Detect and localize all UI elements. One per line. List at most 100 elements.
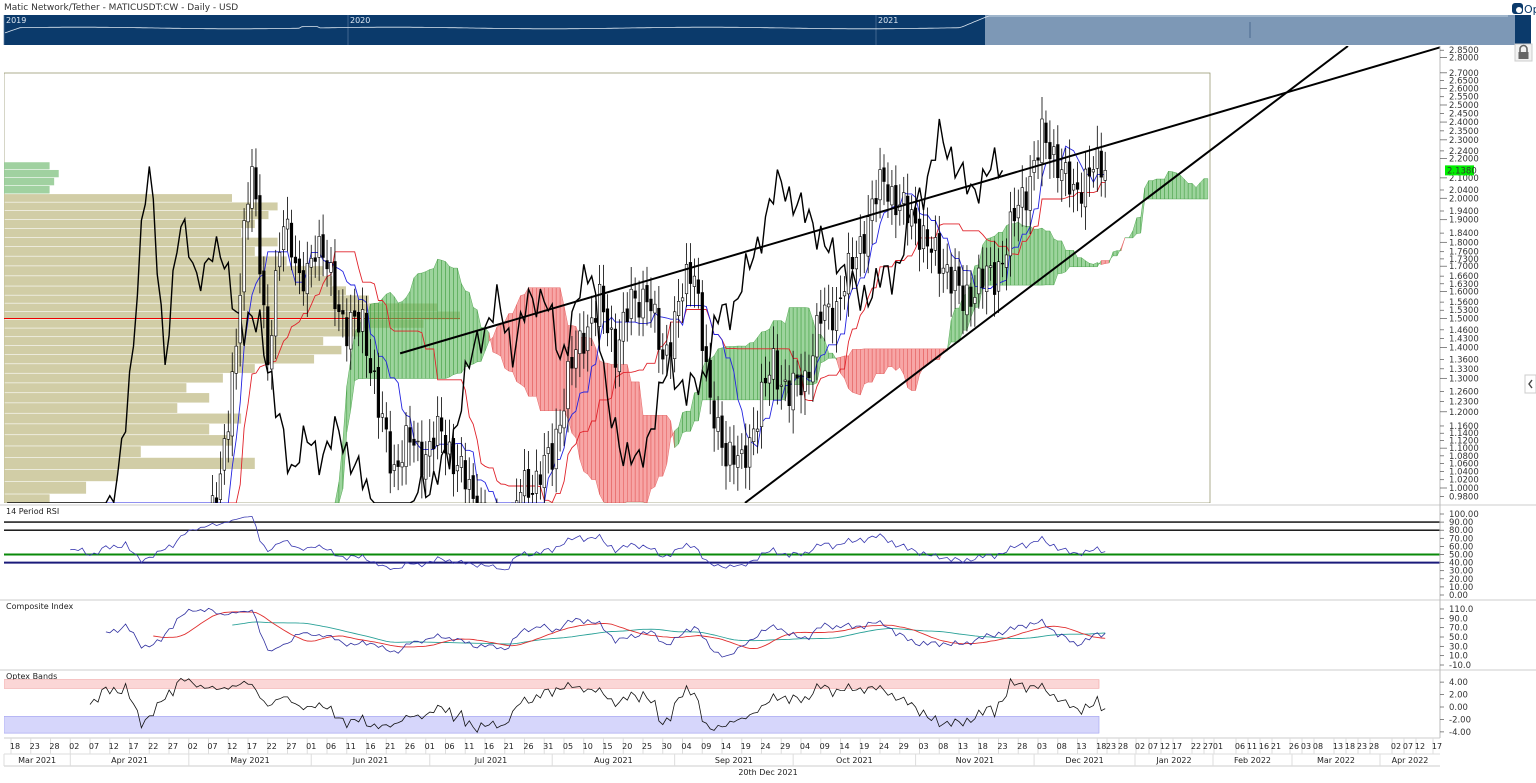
day-label[interactable]: 23 [1357, 742, 1367, 751]
day-label[interactable]: 17 [1432, 742, 1442, 751]
chart-canvas[interactable]: Matic Network/Tether - MATICUSDT:CW - Da… [0, 0, 1536, 783]
day-label[interactable]: 24 [879, 742, 889, 751]
month-label[interactable]: Nov 2021 [956, 756, 995, 765]
day-label[interactable]: 27 [168, 742, 178, 751]
day-label[interactable]: 04 [800, 742, 810, 751]
day-label[interactable]: 02 [1391, 742, 1401, 751]
day-label[interactable]: 29 [780, 742, 790, 751]
day-label[interactable]: 13 [958, 742, 968, 751]
day-label[interactable]: 08 [1313, 742, 1323, 751]
day-label[interactable]: 28 [49, 742, 59, 751]
day-label[interactable]: 17 [247, 742, 257, 751]
time-axis[interactable]: Mar 202118 23 28Apr 202102 07 12 17 22 27May 20… [3, 737, 1442, 767]
day-label[interactable]: 19 [859, 742, 869, 751]
day-label[interactable]: 18 [1345, 742, 1355, 751]
month-label[interactable]: Mar 2022 [1317, 756, 1355, 765]
day-label[interactable]: 12 [1160, 742, 1170, 751]
day-label[interactable]: 20 [622, 742, 632, 751]
time-navigator[interactable]: 2019 2020 2021 [3, 15, 1531, 45]
day-label[interactable]: 08 [938, 742, 948, 751]
day-label[interactable]: 31 [543, 742, 553, 751]
day-label[interactable]: 01 [425, 742, 435, 751]
day-label[interactable]: 06 [1235, 742, 1245, 751]
day-label[interactable]: 13 [1076, 742, 1086, 751]
month-label[interactable]: Apr 2021 [111, 756, 148, 765]
month-label[interactable]: Dec 2021 [1065, 756, 1103, 765]
month-label[interactable]: Aug 2021 [594, 756, 633, 765]
day-label[interactable]: 18 [1096, 742, 1106, 751]
day-label[interactable]: 01 [306, 742, 316, 751]
day-label[interactable]: 02 [188, 742, 198, 751]
day-label[interactable]: 06 [444, 742, 454, 751]
day-label[interactable]: 29 [899, 742, 909, 751]
day-label[interactable]: 18 [978, 742, 988, 751]
day-label[interactable]: 03 [1037, 742, 1047, 751]
day-label[interactable]: 23 [997, 742, 1007, 751]
month-label[interactable]: Sep 2021 [715, 756, 753, 765]
day-label[interactable]: 27 [286, 742, 296, 751]
day-label[interactable]: 26 [1289, 742, 1299, 751]
collapse-panel-button[interactable] [1524, 374, 1536, 394]
day-label[interactable]: 22 [148, 742, 158, 751]
day-label[interactable]: 30 [662, 742, 672, 751]
day-label[interactable]: 16 [365, 742, 375, 751]
day-label[interactable]: 15 [602, 742, 612, 751]
rsi-panel[interactable]: 14 Period RSI [0, 504, 1536, 571]
price-panel[interactable] [4, 46, 1440, 504]
optex-bands-panel[interactable]: Optex Bands [0, 669, 1536, 734]
day-label[interactable]: 06 [326, 742, 336, 751]
day-label[interactable]: 17 [1172, 742, 1182, 751]
day-label[interactable]: 07 [1148, 742, 1158, 751]
day-label[interactable]: 13 [1333, 742, 1343, 751]
day-label[interactable]: 07 [207, 742, 217, 751]
day-label[interactable]: 23 [30, 742, 40, 751]
day-label[interactable]: 02 [69, 742, 79, 751]
day-label[interactable]: 17 [128, 742, 138, 751]
day-label[interactable]: 28 [1369, 742, 1379, 751]
day-label[interactable]: 05 [563, 742, 573, 751]
month-label[interactable]: Jan 2022 [1155, 756, 1191, 765]
day-label[interactable]: 09 [701, 742, 711, 751]
month-label[interactable]: Jun 2021 [352, 756, 388, 765]
day-label[interactable]: 21 [504, 742, 514, 751]
day-label[interactable]: 01 [1213, 742, 1223, 751]
day-label[interactable]: 28 [1017, 742, 1027, 751]
day-label[interactable]: 28 [1118, 742, 1128, 751]
day-label[interactable]: 24 [760, 742, 770, 751]
day-label[interactable]: 22 [1191, 742, 1201, 751]
day-label[interactable]: 08 [1057, 742, 1067, 751]
collapse-button-bg[interactable] [1524, 374, 1536, 394]
day-label[interactable]: 12 [1415, 742, 1425, 751]
day-label[interactable]: 16 [484, 742, 494, 751]
month-label[interactable]: Feb 2022 [1234, 756, 1271, 765]
day-label[interactable]: 03 [918, 742, 928, 751]
day-label[interactable]: 18 [10, 742, 20, 751]
day-label[interactable]: 10 [583, 742, 593, 751]
day-label[interactable]: 16 [1259, 742, 1269, 751]
day-label[interactable]: 19 [741, 742, 751, 751]
day-label[interactable]: 22 [267, 742, 277, 751]
day-label[interactable]: 09 [820, 742, 830, 751]
day-label[interactable]: 23 [1106, 742, 1116, 751]
month-label[interactable]: Apr 2022 [1392, 756, 1429, 765]
day-label[interactable]: 26 [523, 742, 533, 751]
month-label[interactable]: Oct 2021 [836, 756, 873, 765]
day-label[interactable]: 07 [89, 742, 99, 751]
day-label[interactable]: 27 [1203, 742, 1213, 751]
composite-index-panel[interactable]: Composite Index [0, 599, 1536, 658]
day-label[interactable]: 11 [464, 742, 474, 751]
day-label[interactable]: 21 [1271, 742, 1281, 751]
day-label[interactable]: 14 [721, 742, 731, 751]
month-label[interactable]: May 2021 [230, 756, 269, 765]
day-label[interactable]: 25 [642, 742, 652, 751]
day-label[interactable]: 26 [405, 742, 415, 751]
day-label[interactable]: 11 [1247, 742, 1257, 751]
day-label[interactable]: 21 [385, 742, 395, 751]
month-label[interactable]: Jul 2021 [474, 756, 508, 765]
lock-scale-button[interactable] [1514, 43, 1533, 62]
day-label[interactable]: 11 [346, 742, 356, 751]
day-label[interactable]: 12 [227, 742, 237, 751]
day-label[interactable]: 12 [109, 742, 119, 751]
month-label[interactable]: Mar 2021 [18, 756, 56, 765]
day-label[interactable]: 07 [1403, 742, 1413, 751]
